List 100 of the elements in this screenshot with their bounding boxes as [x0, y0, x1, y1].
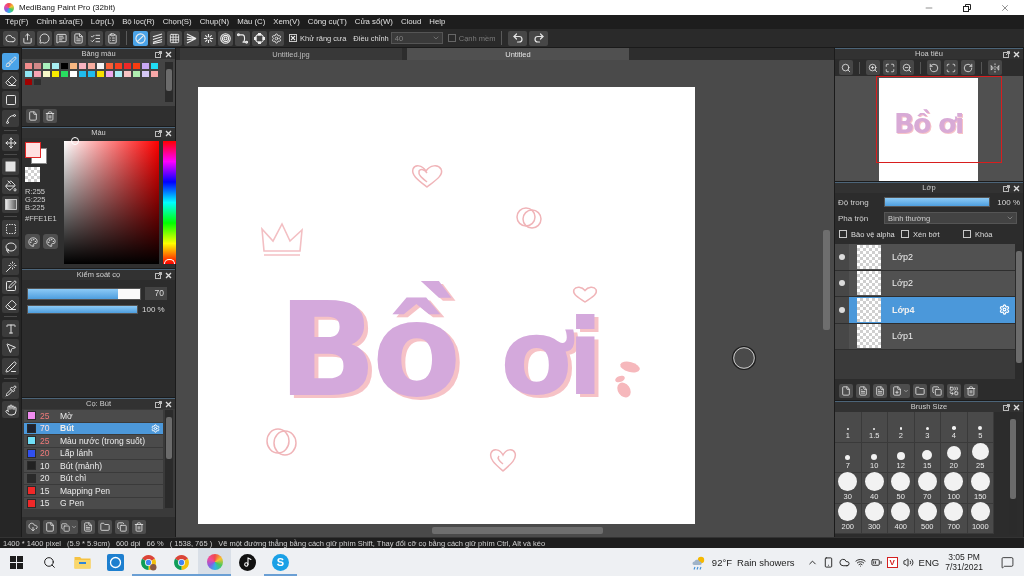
fg-bg-swatch-icon[interactable]	[25, 142, 47, 164]
snap-button[interactable]	[184, 30, 199, 46]
undo-button[interactable]	[508, 30, 528, 46]
tool-button[interactable]	[2, 134, 19, 151]
tool-button[interactable]	[2, 339, 19, 356]
undock-icon[interactable]	[155, 400, 162, 408]
snap-button[interactable]	[201, 30, 216, 46]
color-swatch[interactable]	[60, 70, 69, 78]
tool-button[interactable]	[2, 382, 19, 399]
download-button[interactable]	[26, 520, 40, 534]
color-swatch[interactable]	[114, 62, 123, 70]
color-field[interactable]	[64, 141, 159, 264]
color-swatch[interactable]	[123, 70, 132, 78]
frame-button[interactable]	[944, 60, 958, 75]
new-layer-button[interactable]	[839, 383, 853, 398]
color-swatch[interactable]	[42, 70, 51, 78]
color-swatch[interactable]	[87, 70, 96, 78]
snap-button[interactable]	[133, 30, 148, 46]
tool-button[interactable]	[2, 72, 19, 89]
zoom-in-button[interactable]	[866, 60, 880, 75]
delete-button[interactable]	[964, 383, 978, 398]
device-icon[interactable]	[822, 556, 834, 568]
tool-button[interactable]	[2, 110, 19, 127]
opacity-slider[interactable]	[27, 305, 138, 314]
speaker-icon[interactable]	[902, 556, 914, 568]
color-swatch[interactable]	[24, 78, 33, 86]
checklist-button[interactable]	[88, 30, 103, 46]
tool-button[interactable]	[2, 296, 19, 313]
tool-button[interactable]	[2, 401, 19, 418]
snap-button[interactable]	[235, 30, 250, 46]
snap-button[interactable]	[167, 30, 182, 46]
delete-button[interactable]	[132, 520, 146, 534]
tool-button[interactable]	[2, 277, 19, 294]
color-swatch[interactable]	[141, 70, 150, 78]
message-button[interactable]	[54, 30, 69, 46]
color-swatch[interactable]	[141, 62, 150, 70]
undock-icon[interactable]	[155, 271, 162, 279]
cloud-icon[interactable]	[838, 556, 850, 568]
language-indicator[interactable]: ENG	[918, 556, 940, 568]
close-icon[interactable]	[1013, 403, 1020, 411]
tool-button[interactable]	[2, 320, 19, 337]
tool-button[interactable]	[2, 196, 19, 213]
fit-button[interactable]	[883, 60, 897, 75]
copy-button[interactable]	[930, 383, 944, 398]
tool-button[interactable]	[2, 258, 19, 275]
actual-size-button[interactable]	[839, 60, 853, 75]
color-swatch[interactable]	[150, 62, 159, 70]
palette-button[interactable]	[25, 234, 40, 249]
snap-button[interactable]	[150, 30, 165, 46]
scrollbar-thumb[interactable]	[166, 417, 172, 459]
checkbox[interactable]	[289, 34, 297, 42]
new-layer-button[interactable]	[856, 383, 870, 398]
size-slider[interactable]	[27, 287, 141, 300]
color-swatch[interactable]	[132, 70, 141, 78]
visibility-toggle[interactable]	[835, 323, 849, 349]
undock-icon[interactable]	[155, 129, 162, 137]
brush-item[interactable]: 25 Mờ	[24, 410, 163, 423]
transparent-swatch[interactable]	[25, 167, 40, 182]
tool-button[interactable]	[2, 358, 19, 375]
palette-button[interactable]	[43, 234, 58, 249]
size-value[interactable]: 70	[145, 287, 167, 300]
color-swatch[interactable]	[105, 70, 114, 78]
close-icon[interactable]	[165, 50, 172, 58]
flip-button[interactable]	[988, 60, 1002, 75]
zoom-out-button[interactable]	[900, 60, 914, 75]
scrollbar-thumb[interactable]	[1010, 419, 1016, 499]
tool-button[interactable]	[2, 91, 19, 108]
visibility-toggle[interactable]	[835, 297, 849, 323]
delete-button[interactable]	[43, 109, 57, 123]
color-swatch[interactable]	[60, 62, 69, 70]
color-swatch[interactable]	[123, 62, 132, 70]
undock-icon[interactable]	[1003, 403, 1010, 411]
close-icon[interactable]	[165, 271, 172, 279]
color-swatch[interactable]	[33, 78, 42, 86]
scrollbar-thumb[interactable]	[166, 69, 172, 91]
color-swatch[interactable]	[33, 70, 42, 78]
opacity-slider[interactable]	[884, 197, 990, 207]
scrollbar-thumb[interactable]	[823, 230, 830, 330]
close-icon[interactable]	[1013, 50, 1020, 58]
color-swatch[interactable]	[96, 70, 105, 78]
close-icon[interactable]	[165, 129, 172, 137]
ime-badge[interactable]: V	[886, 556, 898, 568]
snap-button[interactable]	[218, 30, 233, 46]
color-swatch[interactable]	[69, 70, 78, 78]
document-button[interactable]	[81, 520, 95, 534]
color-swatch[interactable]	[105, 62, 114, 70]
clock-date[interactable]: 7/31/2021	[945, 562, 983, 572]
color-swatch[interactable]	[51, 62, 60, 70]
clipboard-button[interactable]	[105, 30, 120, 46]
checkbox[interactable]	[901, 230, 909, 238]
color-swatch[interactable]	[42, 62, 51, 70]
copy-button[interactable]	[115, 520, 129, 534]
speech-bubble-button[interactable]	[37, 30, 52, 46]
color-swatch[interactable]	[132, 62, 141, 70]
close-icon[interactable]	[1013, 184, 1020, 192]
brush-item[interactable]: 15 Mapping Pen	[24, 485, 163, 498]
new-button[interactable]	[26, 109, 40, 123]
color-swatch[interactable]	[33, 62, 42, 70]
redo-button[interactable]	[529, 30, 549, 46]
undock-icon[interactable]	[155, 50, 162, 58]
